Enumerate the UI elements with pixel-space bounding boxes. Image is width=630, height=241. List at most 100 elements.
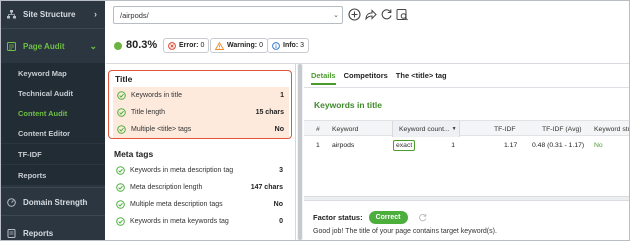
cell-tfidf-avg: 0.48 (0.31 - 1.17) [532, 141, 585, 149]
meta-group-heading: Meta tags [114, 149, 154, 159]
factor-label: Keywords in meta description tag [130, 167, 234, 174]
chevron-down-icon[interactable]: ⌄ [330, 11, 342, 19]
factor-row-multiple-meta-description-tags[interactable]: Multiple meta description tags No [112, 196, 288, 213]
score-bar: 80.3% Error: 0 Warning: 0 Info: 3 [106, 35, 629, 59]
main-area: /airpods/ ⌄ 80.3% Error: 0 Warning: 0 In… [106, 1, 629, 240]
col-header-keyword-status[interactable]: Keyword stu [594, 121, 629, 137]
pane-splitter[interactable] [304, 196, 629, 201]
sidebar: Site Structure › Page Audit ⌄ Keyword Ma… [1, 1, 105, 240]
check-circle-icon [116, 200, 125, 209]
check-circle-icon [117, 91, 126, 100]
scrollbar-thumb[interactable] [298, 64, 302, 240]
section-title: Keywords in title [314, 100, 383, 110]
sidebar-subitem-label: Technical Audit [18, 88, 74, 98]
cell-keyword-status: No [594, 141, 603, 149]
cell-keyword-count: exact 1 [393, 137, 457, 153]
sidebar-subitem-reports[interactable]: Reports [1, 165, 105, 185]
info-label: Info: [283, 42, 299, 49]
factor-list-scrollbar[interactable] [297, 64, 303, 240]
col-header-label: Keyword count... [399, 125, 450, 133]
info-icon [272, 41, 280, 50]
details-pane: Details Competitors The <title> tag Keyw… [304, 64, 629, 240]
col-header-keyword-count[interactable]: Keyword count... ▼ [392, 121, 460, 137]
reports-icon [7, 228, 16, 238]
match-type-badge: exact [393, 139, 416, 151]
sidebar-subitem-tf-idf[interactable]: TF-IDF [1, 144, 105, 164]
error-filter[interactable]: Error: 0 [163, 38, 210, 53]
col-header-tfidf[interactable]: TF-IDF [494, 121, 524, 137]
factor-value: 1 [280, 92, 284, 99]
warning-filter[interactable]: Warning: 0 [210, 38, 268, 53]
sidebar-item-domain-strength[interactable]: Domain Strength [1, 189, 105, 215]
factor-label: Multiple meta description tags [130, 201, 223, 208]
sidebar-subitem-label: Content Audit [18, 108, 68, 118]
factor-row-keywords-in-title[interactable]: Keywords in title 1 [113, 87, 289, 104]
table-row[interactable]: 1 airpods exact 1 1.17 0.48 (0.31 - 1.17… [304, 137, 629, 153]
col-header-tfidf-avg[interactable]: TF-IDF (Avg) [542, 121, 592, 137]
factor-row-multiple-title-tags[interactable]: Multiple <title> tags No [113, 121, 289, 138]
factor-value: 3 [279, 167, 283, 174]
title-group-heading: Title [115, 74, 133, 84]
factor-status-label: Factor status: [313, 213, 363, 222]
sidebar-subitem-label: Content Editor [18, 128, 71, 138]
factor-value: No [273, 201, 283, 208]
tab-divider [304, 87, 629, 88]
factor-value: No [274, 126, 284, 133]
tab-details[interactable]: Details [311, 71, 336, 85]
sitemap-icon [7, 9, 16, 19]
sidebar-item-site-structure[interactable]: Site Structure › [1, 1, 105, 27]
warning-count: 0 [259, 42, 263, 49]
error-label: Error: [179, 42, 199, 49]
factor-label: Title length [131, 109, 165, 116]
col-header-num[interactable]: # [316, 121, 326, 137]
sidebar-subitem-content-editor[interactable]: Content Editor [1, 123, 105, 143]
factor-row-meta-description-length[interactable]: Meta description length 147 chars [112, 179, 288, 196]
cell-tfidf: 1.17 [504, 141, 518, 149]
page-score: 80.3% [126, 39, 158, 51]
chevron-right-icon: › [94, 9, 97, 19]
sidebar-subitem-label: Keyword Map [18, 68, 67, 78]
add-icon[interactable] [346, 6, 362, 22]
info-filter[interactable]: Info: 3 [267, 38, 310, 53]
page-search-icon[interactable] [394, 6, 410, 22]
sidebar-divider [1, 187, 105, 188]
sidebar-item-label: Site Structure [23, 9, 76, 19]
col-header-keyword[interactable]: Keyword [332, 121, 392, 137]
details-tabs: Details Competitors The <title> tag [304, 71, 447, 85]
factor-label: Keywords in title [131, 92, 182, 99]
refresh-icon[interactable] [378, 6, 394, 22]
url-select[interactable]: /airpods/ ⌄ [113, 6, 343, 24]
title-factor-group: Title Keywords in title 1 Title length 1… [108, 70, 292, 139]
sidebar-item-reports[interactable]: Reports [1, 220, 105, 241]
factor-row-keywords-in-meta-description[interactable]: Keywords in meta description tag 3 [112, 162, 288, 179]
sidebar-subitem-label: TF-IDF [18, 149, 42, 159]
sidebar-item-label: Reports [23, 228, 54, 238]
factor-row-title-length[interactable]: Title length 15 chars [113, 104, 289, 121]
sort-desc-icon: ▼ [451, 126, 457, 132]
sidebar-divider [1, 28, 105, 29]
sidebar-item-page-audit[interactable]: Page Audit ⌄ [1, 33, 105, 59]
factor-value: 0 [279, 218, 283, 225]
share-icon[interactable] [362, 6, 378, 22]
sidebar-item-label: Page Audit [23, 41, 65, 51]
keyword-count-value: 1 [451, 141, 455, 149]
recheck-icon[interactable] [418, 213, 427, 222]
factor-status-message: Good job! The title of your page contain… [313, 228, 497, 235]
sidebar-subitem-keyword-map[interactable]: Keyword Map [1, 63, 105, 83]
page-audit-icon [7, 41, 16, 51]
sidebar-subitem-label: Reports [18, 170, 47, 180]
table-header: # Keyword Keyword count... ▼ TF-IDF TF-I… [304, 120, 629, 137]
chevron-down-icon: ⌄ [89, 40, 97, 51]
sidebar-item-label: Domain Strength [23, 197, 88, 207]
factor-value: 147 chars [250, 184, 283, 191]
tab-competitors[interactable]: Competitors [344, 71, 388, 85]
check-circle-icon [116, 217, 125, 226]
cell-keyword: airpods [332, 141, 355, 149]
tab-title-tag[interactable]: The <title> tag [396, 71, 447, 85]
sidebar-subitem-technical-audit[interactable]: Technical Audit [1, 83, 105, 103]
factor-label: Keywords in meta keywords tag [130, 218, 229, 225]
factor-row-keywords-in-meta-keywords[interactable]: Keywords in meta keywords tag 0 [112, 213, 288, 230]
factor-label: Multiple <title> tags [131, 126, 192, 133]
sidebar-subitem-content-audit[interactable]: Content Audit [1, 103, 105, 123]
sidebar-divider [1, 215, 105, 216]
